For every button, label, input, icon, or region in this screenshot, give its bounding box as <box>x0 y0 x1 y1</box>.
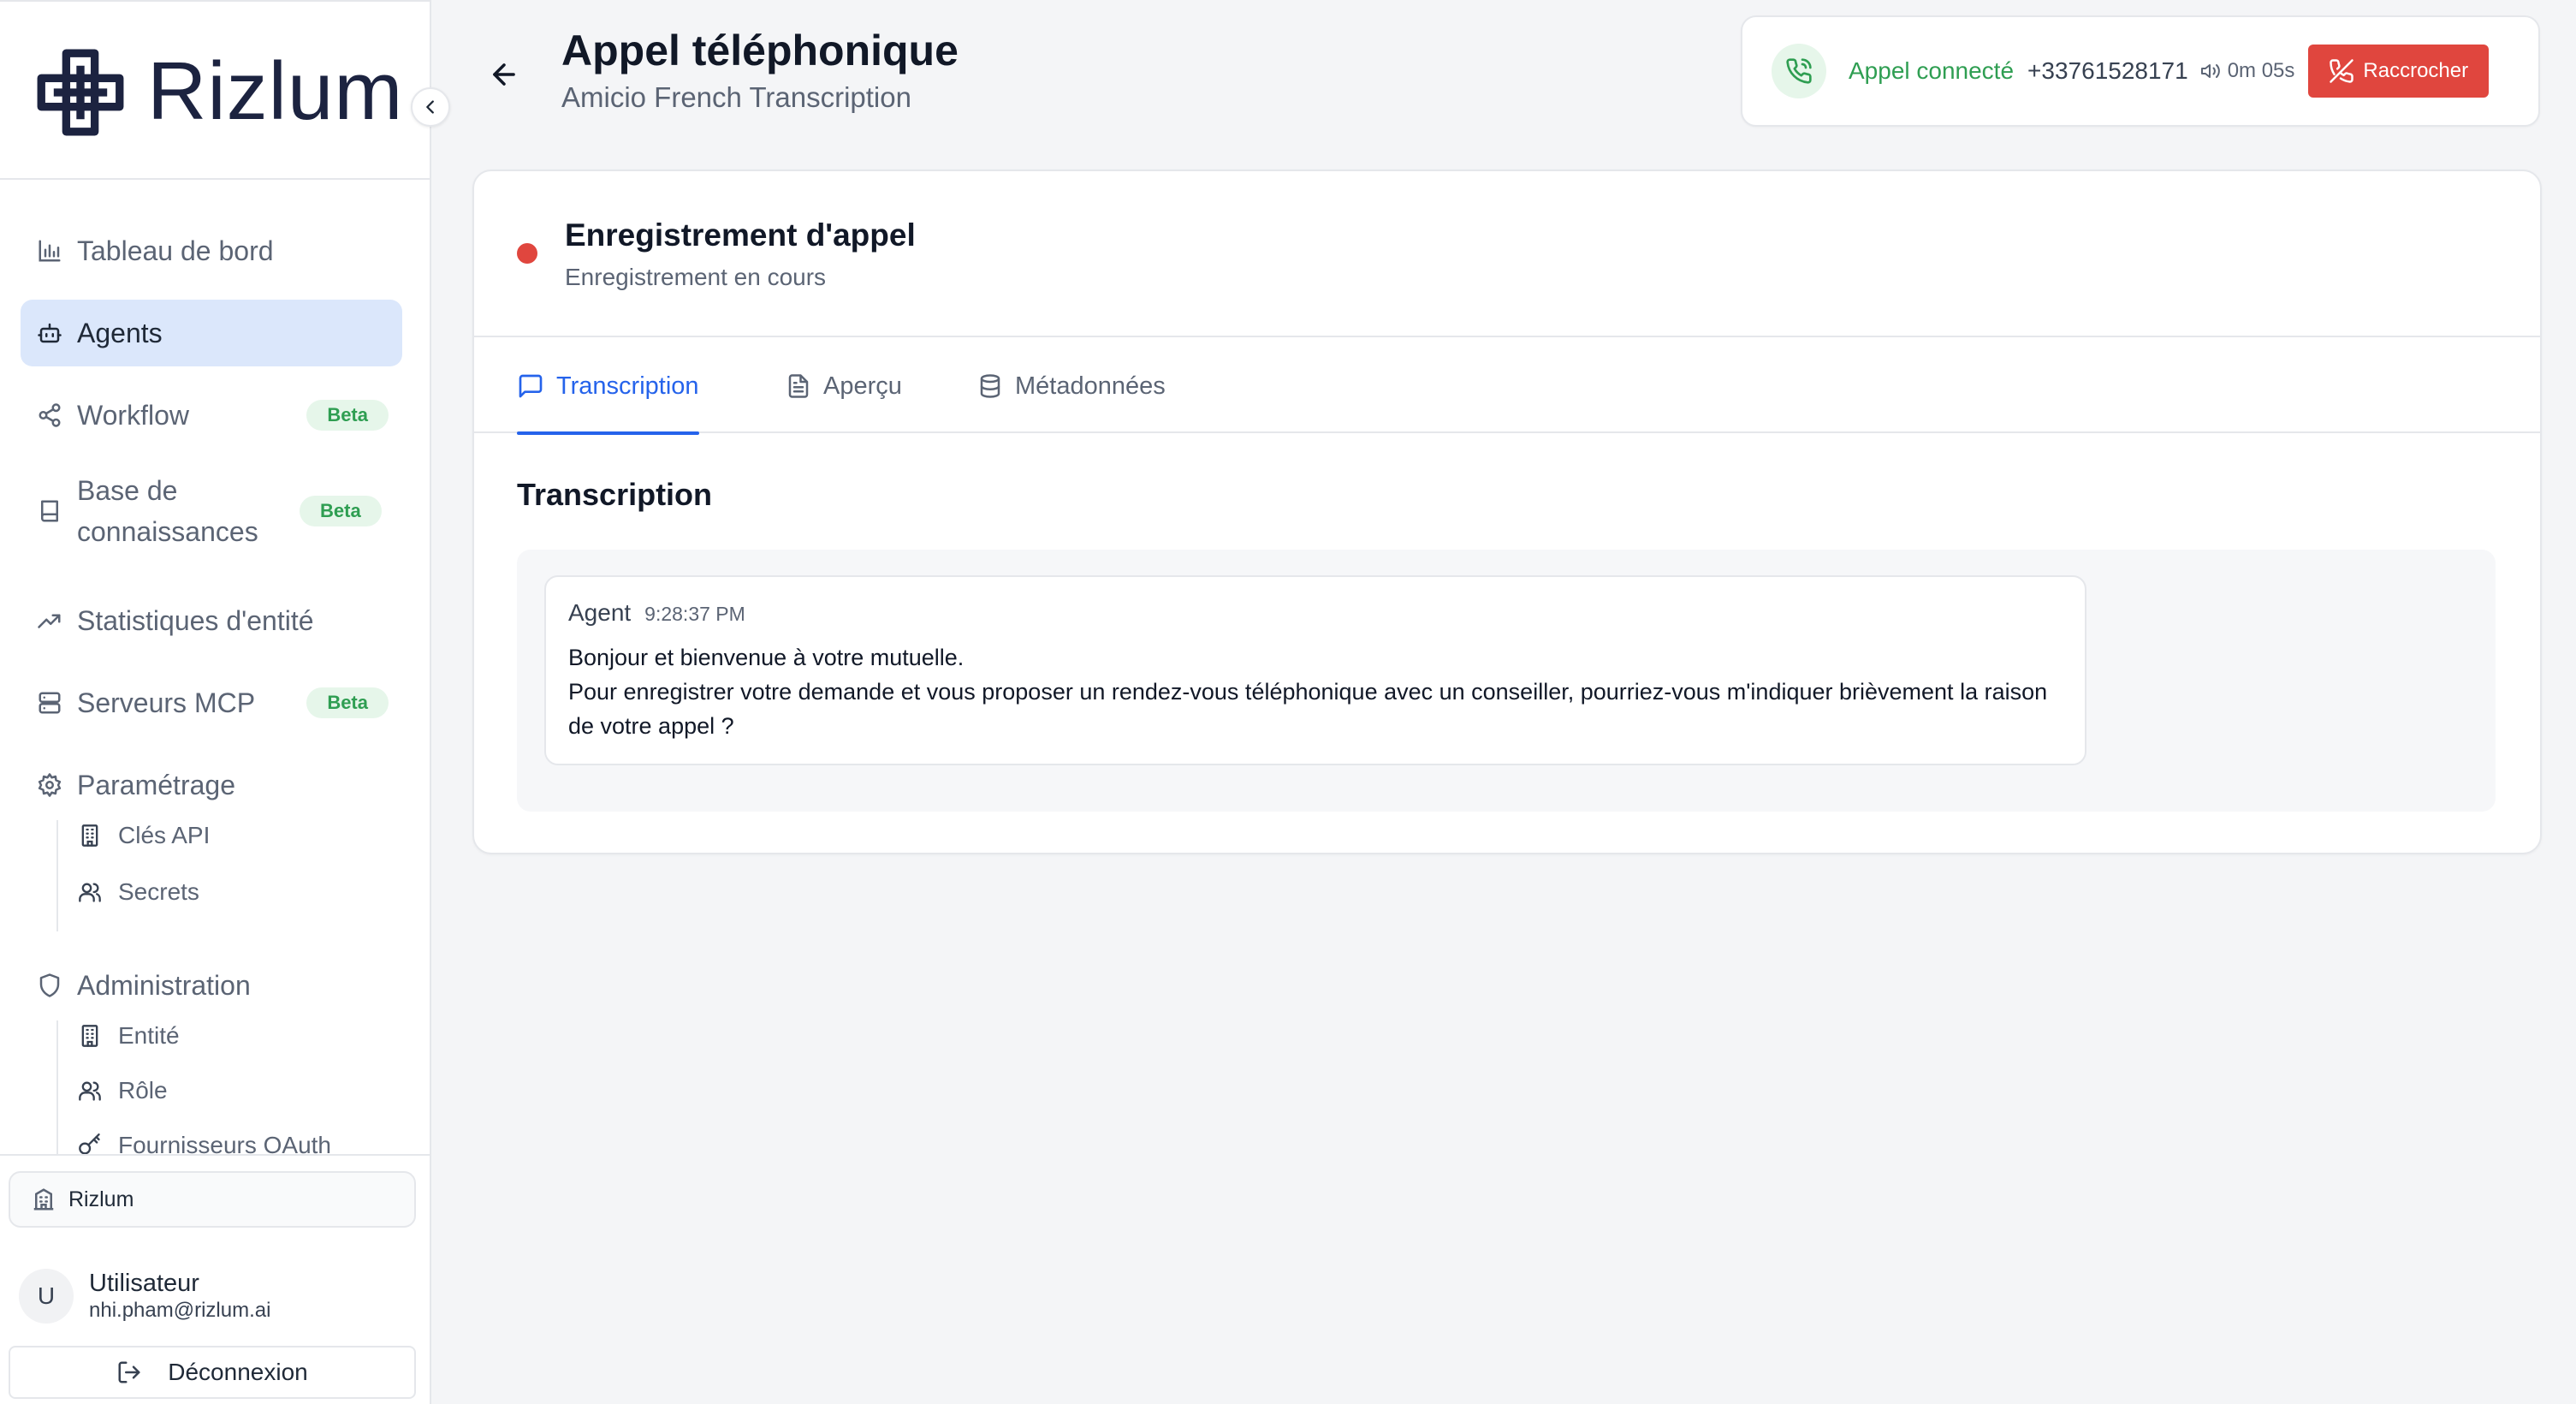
sidebar-footer: Rizlum U Utilisateur nhi.pham@rizlum.ai … <box>0 1154 430 1404</box>
collapse-sidebar-button[interactable] <box>411 87 450 127</box>
beta-badge: Beta <box>306 687 389 718</box>
hangup-label: Raccrocher <box>2363 59 2469 82</box>
sidebar-subitem-oauth-providers[interactable]: Fournisseurs OAuth <box>75 1121 331 1154</box>
sidebar-item-label: Base de connaissances <box>77 475 258 547</box>
sidebar-item-label: Paramétrage <box>77 770 235 800</box>
sidebar-item-agents[interactable]: Agents <box>21 300 402 366</box>
logout-button[interactable]: Déconnexion <box>9 1346 416 1399</box>
bar-chart-icon <box>33 234 67 268</box>
sidebar-item-label: Administration <box>77 970 251 1001</box>
transcript-section-title: Transcription <box>517 477 713 512</box>
transcript-message: Agent 9:28:37 PM Bonjour et bienvenue à … <box>544 575 2086 765</box>
user-profile[interactable]: U Utilisateur nhi.pham@rizlum.ai <box>19 1269 270 1324</box>
users-icon <box>75 878 104 907</box>
phone-call-icon <box>1772 44 1826 98</box>
message-line: Pour enregistrer votre demande et vous p… <box>568 679 2048 739</box>
call-recording-card: Enregistrement d'appel Enregistrement en… <box>472 170 2542 854</box>
gear-icon <box>33 768 67 802</box>
building-icon <box>75 1021 104 1050</box>
back-button[interactable] <box>484 55 524 94</box>
key-icon <box>75 1131 104 1154</box>
recording-header: Enregistrement d'appel Enregistrement en… <box>474 171 2540 337</box>
database-icon <box>977 373 1003 399</box>
sidebar-subitem-label: Clés API <box>118 822 211 848</box>
sidebar-subitem-secrets[interactable]: Secrets <box>75 868 199 916</box>
sidebar-nav: Tableau de bord Agents Workflow Beta Bas… <box>0 181 430 1154</box>
sidebar-subitem-role[interactable]: Rôle <box>75 1067 168 1115</box>
app-root: Rizlum Tableau de bord Agents Workflow B… <box>0 0 2576 1404</box>
rizlum-logo-icon <box>37 49 124 136</box>
sidebar-item-settings[interactable]: Paramétrage <box>21 752 402 818</box>
message-square-icon <box>517 372 544 400</box>
bot-icon <box>33 316 67 350</box>
beta-badge: Beta <box>300 496 382 526</box>
logout-label: Déconnexion <box>168 1359 308 1385</box>
sidebar-subitem-entity[interactable]: Entité <box>75 1012 180 1060</box>
book-icon <box>33 494 67 528</box>
user-email: nhi.pham@rizlum.ai <box>89 1299 271 1322</box>
page-title: Appel téléphonique <box>561 27 959 74</box>
tab-metadata[interactable]: Métadonnées <box>977 339 1166 433</box>
call-status-bar: Appel connecté +33761528171 0m 05s Raccr… <box>1741 15 2540 127</box>
sidebar-item-mcp-servers[interactable]: Serveurs MCP Beta <box>21 669 402 736</box>
sidebar-subitem-label: Rôle <box>118 1077 168 1104</box>
sidebar-item-entity-stats[interactable]: Statistiques d'entité <box>21 587 402 654</box>
sidebar-item-knowledge-base[interactable]: Base de connaissances Beta <box>21 464 402 558</box>
recording-status: Enregistrement en cours <box>565 264 827 290</box>
sidebar-subitem-label: Fournisseurs OAuth <box>118 1132 331 1154</box>
tab-bar: Transcription Aperçu Métadonnées <box>474 339 2540 435</box>
sidebar-item-label: Tableau de bord <box>77 235 274 266</box>
share-nodes-icon <box>33 398 67 432</box>
sidebar-item-dashboard[interactable]: Tableau de bord <box>21 217 402 284</box>
recording-title: Enregistrement d'appel <box>565 217 916 253</box>
message-timestamp: 9:28:37 PM <box>644 603 745 625</box>
tab-label: Transcription <box>556 372 699 400</box>
brand-name: Rizlum <box>147 45 404 137</box>
building-icon <box>75 821 104 850</box>
message-line: Bonjour et bienvenue à votre mutuelle. <box>568 645 965 670</box>
tab-label: Aperçu <box>823 372 902 400</box>
server-icon <box>33 686 67 720</box>
recording-indicator <box>517 243 537 264</box>
hangup-button[interactable]: Raccrocher <box>2308 45 2490 98</box>
sidebar: Rizlum Tableau de bord Agents Workflow B… <box>0 0 450 1404</box>
sidebar-subitem-api-keys[interactable]: Clés API <box>75 812 210 860</box>
tree-line <box>56 1020 58 1154</box>
tree-line <box>56 820 58 931</box>
shield-icon <box>33 968 67 1002</box>
phone-off-icon <box>2329 58 2354 84</box>
brand: Rizlum <box>0 2 430 180</box>
tab-label: Métadonnées <box>1015 372 1166 400</box>
file-text-icon <box>786 373 811 399</box>
avatar: U <box>19 1269 74 1324</box>
sidebar-item-administration[interactable]: Administration <box>21 952 402 1019</box>
message-text: Bonjour et bienvenue à votre mutuelle. P… <box>568 640 2066 743</box>
arrow-left-icon <box>493 63 515 86</box>
message-author: Agent <box>568 599 632 626</box>
transcript-list: Agent 9:28:37 PM Bonjour et bienvenue à … <box>517 550 2496 812</box>
sidebar-item-label: Agents <box>77 318 163 348</box>
sidebar-item-workflow[interactable]: Workflow Beta <box>21 382 402 449</box>
users-icon <box>75 1076 104 1105</box>
beta-badge: Beta <box>306 400 389 431</box>
sidebar-subitem-label: Entité <box>118 1022 180 1049</box>
page-subtitle: Amicio French Transcription <box>561 81 911 113</box>
sidebar-subitem-label: Secrets <box>118 878 199 905</box>
chevron-left-icon <box>426 100 434 114</box>
organization-switcher[interactable]: Rizlum <box>9 1171 416 1228</box>
call-status: Appel connecté <box>1849 57 2015 84</box>
call-duration: 0m 05s <box>2227 59 2295 82</box>
tab-transcription[interactable]: Transcription <box>517 339 699 435</box>
call-phone-number: +33761528171 <box>2027 57 2188 84</box>
volume-icon <box>2200 61 2221 81</box>
tab-overview[interactable]: Aperçu <box>786 339 902 433</box>
user-name: Utilisateur <box>89 1270 199 1297</box>
building-icon <box>31 1187 56 1212</box>
trending-up-icon <box>33 604 67 638</box>
sidebar-item-label: Workflow <box>77 400 189 431</box>
organization-name: Rizlum <box>68 1187 134 1211</box>
sidebar-item-label: Statistiques d'entité <box>77 605 314 636</box>
logout-icon <box>116 1359 142 1385</box>
sidebar-item-label: Serveurs MCP <box>77 687 256 718</box>
